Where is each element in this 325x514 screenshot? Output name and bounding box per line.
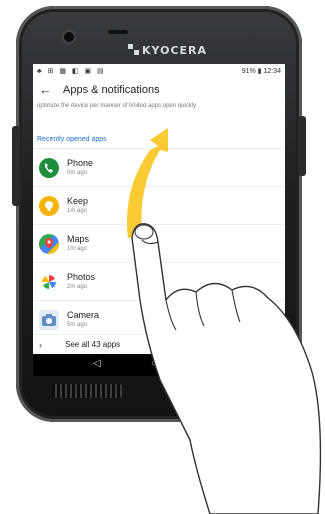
hand-illustration: [126, 128, 322, 514]
swipe-up-arrow-icon: [126, 128, 168, 238]
hand-icon: [131, 223, 322, 514]
